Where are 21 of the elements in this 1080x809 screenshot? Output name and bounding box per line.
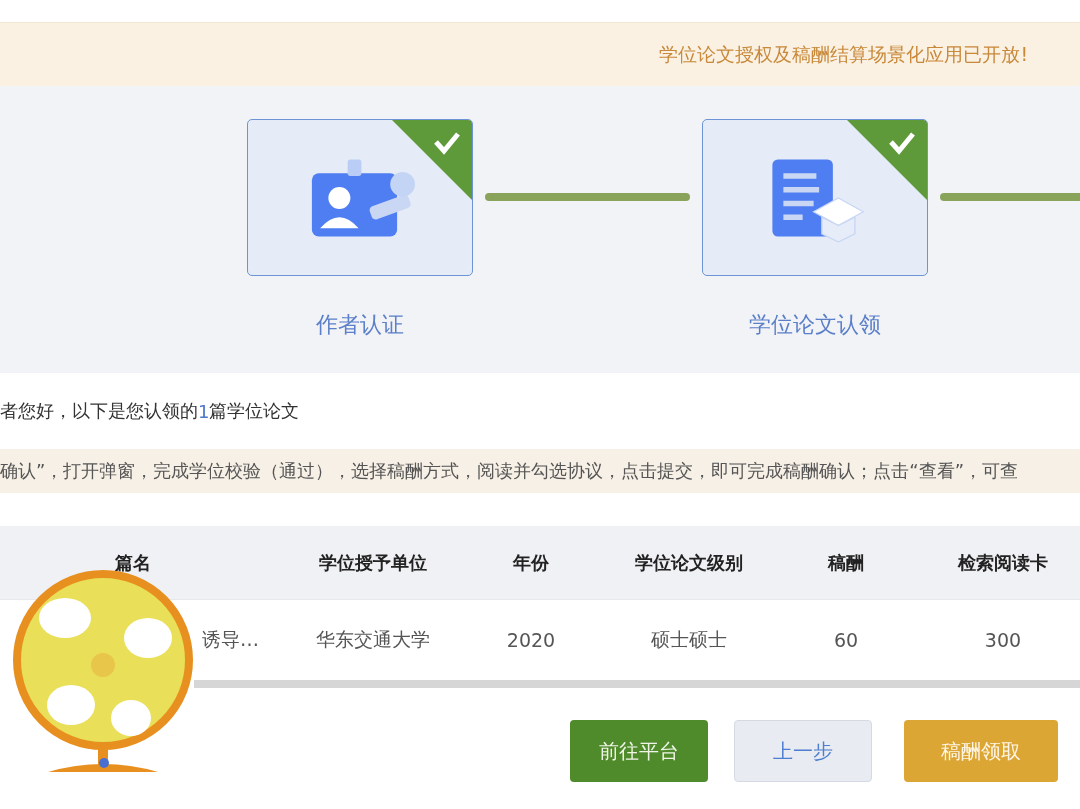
table-cell: 2020 (506, 629, 556, 651)
step-label: 学位论文认领 (749, 311, 881, 339)
table-cell-text: 华东交通大学 (316, 627, 430, 652)
scrollbar[interactable] (194, 680, 1080, 688)
action-button[interactable]: 前往平台 (570, 720, 708, 782)
column-header: 年份 (513, 550, 549, 575)
action-button[interactable]: 稿酬领取 (904, 720, 1058, 782)
greeting-text: 者您好，以下是您认领的1篇学位论文 (0, 399, 301, 424)
table-cell-text: 硕士硕士 (650, 627, 727, 652)
table-cell: 300 (984, 629, 1022, 651)
table-cell-text: 诱导… (202, 627, 259, 652)
back-button[interactable]: 上一步 (734, 720, 872, 782)
column-header: 检索阅读卡 (958, 550, 1048, 575)
table-cell: 60 (833, 629, 859, 651)
notice-text: 确认”，打开弹窗，完成学位校验（通过），选择稿酬方式，阅读并勾选协议，点击提交，即可完成稿酬确认；点击“查看”，可查 (0, 459, 1018, 483)
column-header: 篇名 (115, 550, 151, 575)
announcement-text: 学位论文授权及稿酬结算场景化应用已开放! (659, 41, 1028, 67)
column-header: 稿酬 (828, 550, 864, 575)
column-header: 学位授予单位 (319, 550, 427, 575)
step-label: 作者认证 (316, 311, 404, 339)
column-header: 学位论文级别 (634, 550, 743, 575)
